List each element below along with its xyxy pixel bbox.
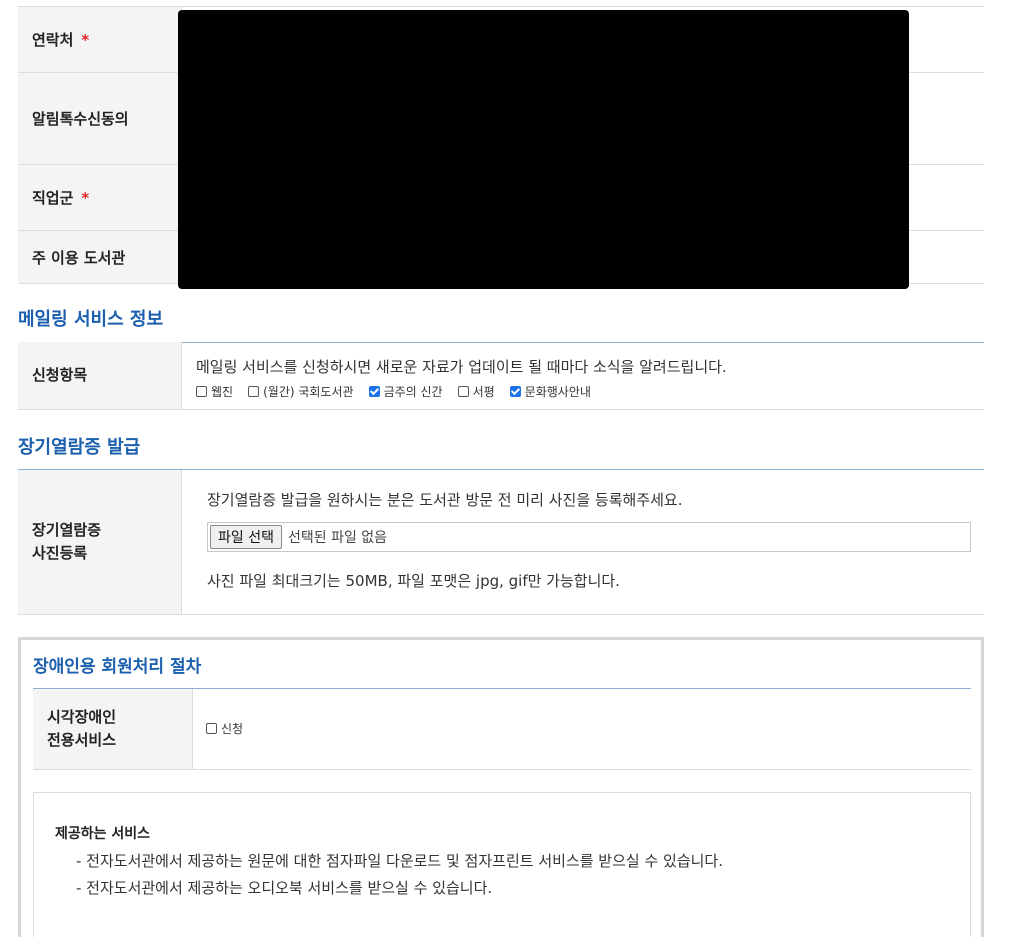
checkbox-checked[interactable] <box>509 386 521 397</box>
mailing-option-monthly[interactable]: (월간) 국회도서관 <box>248 383 354 400</box>
card-photo-label: 장기열람증 사진등록 <box>18 470 182 614</box>
mailing-option-review[interactable]: 서평 <box>457 383 495 400</box>
required-mark: * <box>81 30 90 49</box>
photo-file-input[interactable]: 파일 선택 선택된 파일 없음 <box>207 522 971 552</box>
file-size-note: 사진 파일 최대크기는 50MB, 파일 포맷은 jpg, gif만 가능합니다… <box>207 572 620 590</box>
file-status: 선택된 파일 없음 <box>287 530 388 546</box>
mailing-option-new-books[interactable]: 금주의 신간 <box>368 383 443 400</box>
visual-impaired-label: 시각장애인 전용서비스 <box>33 689 193 769</box>
service-item: - 전자도서관에서 제공하는 오디오북 서비스를 받으실 수 있습니다. <box>76 879 493 897</box>
card-section-title: 장기열람증 발급 <box>18 437 141 458</box>
checkbox[interactable] <box>248 386 260 397</box>
checkbox[interactable] <box>196 386 207 397</box>
services-title: 제공하는 서비스 <box>55 826 151 842</box>
redacted-area <box>178 10 909 289</box>
library-label: 주 이용 도서관 <box>18 231 182 283</box>
contact-label: 연락처 * <box>18 7 182 72</box>
checkbox[interactable] <box>457 386 469 397</box>
disability-section-title: 장애인용 회원처리 절차 <box>33 657 202 677</box>
checkbox-checked[interactable] <box>368 386 380 397</box>
visual-service-apply[interactable]: 신청 <box>206 720 243 737</box>
choose-file-button[interactable]: 파일 선택 <box>210 525 282 549</box>
service-item: - 전자도서관에서 제공하는 원문에 대한 점자파일 다운로드 및 점자프린트 … <box>76 852 724 870</box>
card-description: 장기열람증 발급을 원하시는 분은 도서관 방문 전 미리 사진을 등록해주세요… <box>207 491 683 509</box>
mailing-option-events[interactable]: 문화행사안내 <box>509 383 591 400</box>
disability-panel: 장애인용 회원처리 절차 시각장애인 전용서비스 신청 제공하는 서비스 - 전… <box>18 637 984 937</box>
job-label: 직업군 * <box>18 165 182 230</box>
services-box: 제공하는 서비스 - 전자도서관에서 제공하는 원문에 대한 점자파일 다운로드… <box>33 792 971 937</box>
visual-impaired-row: 시각장애인 전용서비스 신청 <box>33 689 971 770</box>
required-mark: * <box>81 188 90 207</box>
card-photo-row: 장기열람증 사진등록 장기열람증 발급을 원하시는 분은 도서관 방문 전 미리… <box>18 470 984 615</box>
mailing-row-label: 신청항목 <box>18 342 182 409</box>
checkbox[interactable] <box>206 723 217 734</box>
mailing-row: 신청항목 메일링 서비스를 신청하시면 새로운 자료가 업데이트 될 때마다 소… <box>18 342 984 410</box>
mailing-options: 웹진 (월간) 국회도서관 금주의 신간 서평 문화행사안내 <box>196 383 606 400</box>
mailing-description: 메일링 서비스를 신청하시면 새로운 자료가 업데이트 될 때마다 소식을 알려… <box>196 358 727 376</box>
alimtalk-label: 알림톡수신동의 <box>18 73 182 164</box>
mailing-section-title: 메일링 서비스 정보 <box>18 309 164 330</box>
mailing-option-webzine[interactable]: 웹진 <box>196 383 233 400</box>
